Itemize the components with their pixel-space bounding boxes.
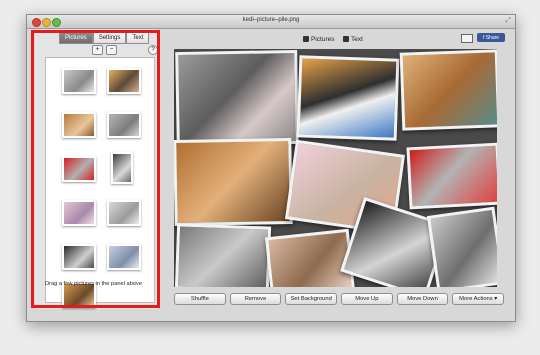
picture-icon (303, 36, 309, 42)
add-text-button[interactable]: Text (343, 33, 363, 45)
action-bar: Shuffle Remove Set Background Move Up Mo… (174, 293, 505, 307)
sidebar-panel: Pictures Settings Text + − ? (35, 29, 158, 309)
remove-picture-button[interactable]: − (106, 45, 117, 55)
remove-button[interactable]: Remove (229, 293, 282, 305)
thumbnail[interactable] (62, 68, 96, 94)
thumbnail[interactable] (62, 156, 96, 182)
thumbnail[interactable] (62, 200, 96, 226)
text-icon (343, 36, 349, 42)
add-picture-button[interactable]: + (92, 45, 103, 55)
collage-photo[interactable] (406, 142, 497, 210)
mail-icon[interactable] (461, 34, 473, 43)
thumbnail[interactable] (107, 68, 141, 94)
app-window: kedi–picture–pile.png ⤢ Pictures Text f … (26, 14, 516, 322)
tab-settings[interactable]: Settings (92, 32, 127, 44)
thumbnail[interactable] (107, 244, 141, 270)
thumbnail[interactable] (111, 152, 133, 184)
thumbnail[interactable] (62, 112, 96, 138)
collage-photo[interactable] (175, 49, 299, 147)
thumbnail[interactable] (107, 200, 141, 226)
sidebar-tabs: Pictures Settings Text (59, 32, 150, 44)
thumbnail[interactable] (107, 112, 141, 138)
collage-photo[interactable] (296, 55, 400, 141)
add-pictures-label: Pictures (311, 35, 335, 43)
tab-pictures[interactable]: Pictures (59, 32, 93, 44)
fullscreen-icon[interactable]: ⤢ (505, 17, 511, 25)
collage-photo[interactable] (426, 206, 497, 287)
set-background-button[interactable]: Set Background (285, 293, 338, 305)
facebook-share-button[interactable]: f Share (477, 33, 505, 42)
window-title: kedi–picture–pile.png (242, 17, 300, 23)
shuffle-button[interactable]: Shuffle (174, 293, 226, 305)
title-bar[interactable]: kedi–picture–pile.png ⤢ (27, 15, 515, 29)
add-pictures-button[interactable]: Pictures (303, 33, 334, 45)
collage-photo[interactable] (174, 223, 272, 287)
move-down-button[interactable]: Move Down (396, 293, 449, 305)
top-toolbar: Pictures Text f Share (159, 29, 515, 49)
collage-photo[interactable] (399, 49, 497, 131)
drag-hint: Drag a few pictures in the panel above (44, 281, 143, 287)
picture-list[interactable] (45, 57, 155, 308)
collage-canvas[interactable] (174, 49, 497, 287)
more-actions-button[interactable]: More Actions ▾ (452, 293, 505, 305)
collage-photo[interactable] (264, 228, 356, 287)
help-button[interactable]: ? (148, 45, 158, 55)
add-text-label: Text (351, 35, 363, 43)
thumbnail[interactable] (62, 244, 96, 270)
collage-photo[interactable] (174, 137, 293, 227)
tab-text[interactable]: Text (126, 32, 150, 44)
move-up-button[interactable]: Move Up (341, 293, 393, 305)
